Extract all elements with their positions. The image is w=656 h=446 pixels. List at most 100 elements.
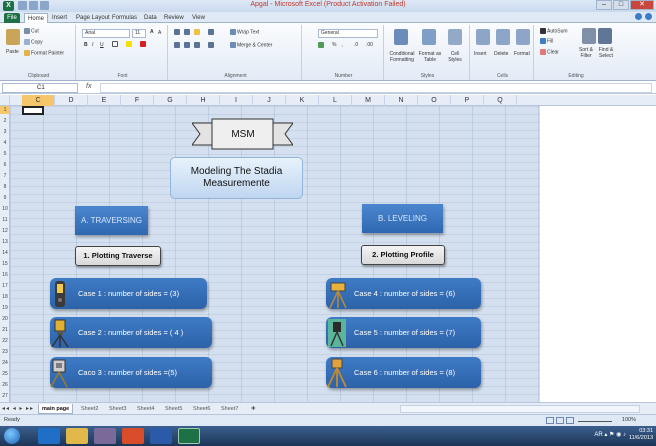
- zoom-level[interactable]: 100%: [622, 417, 636, 423]
- column-header[interactable]: P: [451, 95, 484, 106]
- zoom-slider[interactable]: [578, 421, 612, 422]
- row-header[interactable]: 20: [0, 315, 10, 323]
- close-button[interactable]: ✕: [630, 0, 654, 10]
- sheet-tab[interactable]: Sheet7: [218, 404, 241, 414]
- find-select-button[interactable]: Find & Select: [596, 47, 616, 59]
- column-header[interactable]: Q: [484, 95, 517, 106]
- case-3-button[interactable]: Caco 3 : number of sides =(5): [50, 357, 212, 388]
- align-center-button[interactable]: [184, 42, 191, 48]
- currency-button[interactable]: [318, 42, 325, 48]
- fill-button[interactable]: Fill: [540, 38, 553, 44]
- grow-font-button[interactable]: A: [150, 29, 154, 35]
- autosum-button[interactable]: AutoSum: [540, 28, 568, 34]
- sheet-tab[interactable]: Sheet4: [134, 404, 157, 414]
- row-header[interactable]: 18: [0, 293, 10, 301]
- bold-button[interactable]: B: [84, 42, 88, 48]
- delete-cells-icon[interactable]: [496, 29, 510, 45]
- paste-icon[interactable]: [6, 29, 20, 45]
- row-header[interactable]: 22: [0, 337, 10, 345]
- row-header[interactable]: 4: [0, 139, 10, 147]
- conditional-formatting-button[interactable]: Conditional Formatting: [388, 51, 416, 63]
- column-header[interactable]: J: [253, 95, 286, 106]
- align-middle-button[interactable]: [184, 29, 191, 35]
- tab-home[interactable]: Home: [24, 13, 49, 23]
- sort-filter-button[interactable]: Sort & Filter: [576, 47, 596, 59]
- sheet-tab[interactable]: Sheet5: [162, 404, 185, 414]
- font-size-select[interactable]: 11: [132, 29, 146, 38]
- cell-styles-icon[interactable]: [448, 29, 462, 45]
- row-header[interactable]: 7: [0, 172, 10, 180]
- format-button[interactable]: Format: [514, 51, 530, 57]
- delete-button[interactable]: Delete: [494, 51, 508, 57]
- row-header[interactable]: 12: [0, 227, 10, 235]
- shrink-font-button[interactable]: A: [158, 30, 161, 36]
- copy-button[interactable]: Copy: [24, 39, 43, 45]
- case-1-button[interactable]: Case 1 : number of sides = (3): [50, 278, 207, 309]
- insert-button[interactable]: Insert: [474, 51, 487, 57]
- column-header[interactable]: H: [187, 95, 220, 106]
- sheet-tab[interactable]: Sheet3: [106, 404, 129, 414]
- percent-button[interactable]: %: [332, 42, 336, 48]
- row-header[interactable]: 3: [0, 128, 10, 136]
- italic-button[interactable]: I: [92, 42, 93, 48]
- sheet-tab-main-page[interactable]: main page: [38, 404, 74, 414]
- column-header[interactable]: K: [286, 95, 319, 106]
- tab-data[interactable]: Data: [144, 13, 157, 23]
- row-header[interactable]: 19: [0, 304, 10, 312]
- row-header[interactable]: 8: [0, 183, 10, 191]
- sheet-tab[interactable]: Sheet2: [78, 404, 101, 414]
- insert-cells-icon[interactable]: [476, 29, 490, 45]
- page-break-view-icon[interactable]: [566, 417, 574, 424]
- align-top-button[interactable]: [174, 29, 181, 35]
- row-header[interactable]: 9: [0, 194, 10, 202]
- column-header[interactable]: N: [385, 95, 418, 106]
- start-button[interactable]: [4, 428, 20, 444]
- row-header[interactable]: 16: [0, 271, 10, 279]
- explorer-icon[interactable]: [66, 428, 88, 444]
- help-icon[interactable]: [635, 13, 642, 20]
- align-right-button[interactable]: [194, 42, 201, 48]
- case-6-button[interactable]: Case 6 : number of sides = (8): [326, 357, 481, 388]
- active-cell[interactable]: [22, 106, 44, 115]
- row-header[interactable]: 11: [0, 216, 10, 224]
- row-header[interactable]: 26: [0, 381, 10, 389]
- wrap-text-button[interactable]: Wrap Text: [230, 29, 259, 35]
- leveling-section-button[interactable]: B. LEVELING: [362, 204, 443, 233]
- row-header[interactable]: 6: [0, 161, 10, 169]
- format-table-icon[interactable]: [422, 29, 436, 45]
- plotting-profile-button[interactable]: 2. Plotting Profile: [361, 245, 445, 265]
- minimize-button[interactable]: –: [596, 0, 612, 10]
- increase-decimal-button[interactable]: .0: [354, 42, 358, 48]
- underline-button[interactable]: U: [100, 42, 104, 48]
- system-tray[interactable]: AR ▴ ⚑ ◉ ♪: [594, 431, 626, 438]
- column-header[interactable]: E: [88, 95, 121, 106]
- tab-review[interactable]: Review: [164, 13, 184, 23]
- clear-button[interactable]: Clear: [540, 49, 559, 55]
- orientation-button[interactable]: [208, 29, 215, 35]
- row-header[interactable]: 13: [0, 238, 10, 246]
- cell-styles-button[interactable]: Cell Styles: [444, 51, 466, 63]
- align-left-button[interactable]: [174, 42, 181, 48]
- row-header[interactable]: 2: [0, 117, 10, 125]
- formula-input[interactable]: [100, 83, 652, 93]
- column-header[interactable]: C: [22, 95, 55, 106]
- row-header[interactable]: 17: [0, 282, 10, 290]
- row-header[interactable]: 5: [0, 150, 10, 158]
- ie-icon[interactable]: [38, 428, 60, 444]
- sort-filter-icon[interactable]: [582, 28, 596, 44]
- row-header[interactable]: 25: [0, 370, 10, 378]
- merge-center-button[interactable]: Merge & Center: [230, 42, 272, 48]
- media-player-icon[interactable]: [94, 428, 116, 444]
- paste-button[interactable]: Paste: [6, 49, 19, 55]
- tab-insert[interactable]: Insert: [52, 13, 67, 23]
- row-header[interactable]: 14: [0, 249, 10, 257]
- excel-taskbar-icon[interactable]: [178, 428, 200, 444]
- word-icon[interactable]: [150, 428, 172, 444]
- maximize-button[interactable]: □: [613, 0, 629, 10]
- row-header[interactable]: 1: [0, 106, 10, 114]
- number-format-select[interactable]: General: [318, 29, 378, 38]
- normal-view-icon[interactable]: [546, 417, 554, 424]
- column-header[interactable]: F: [121, 95, 154, 106]
- tab-formulas[interactable]: Formulas: [112, 13, 137, 23]
- chrome-icon[interactable]: [122, 428, 144, 444]
